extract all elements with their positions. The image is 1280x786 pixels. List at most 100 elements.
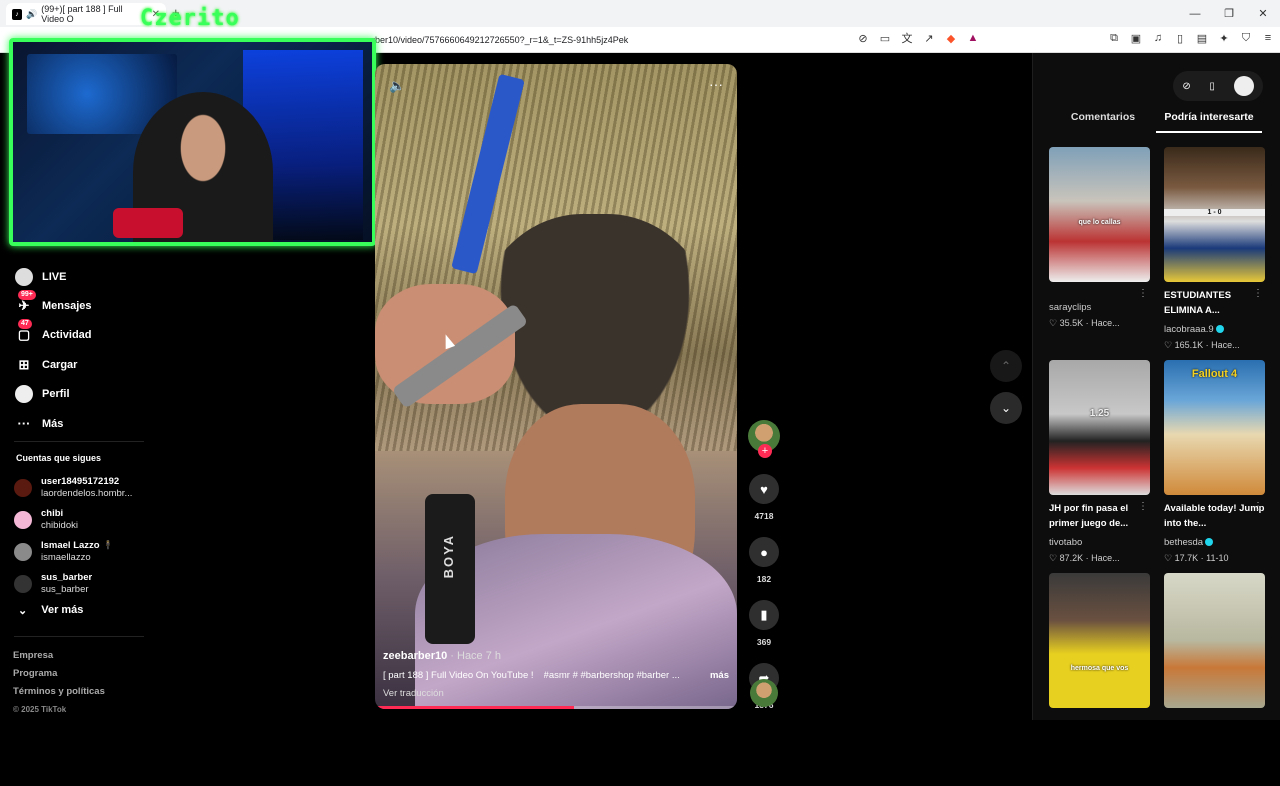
media-icon[interactable]: ♫ — [1151, 31, 1165, 45]
messages-badge: 99+ — [18, 290, 36, 301]
video-card[interactable]: 1.25 ⋮ JH por fin pasa el primer juego d… — [1049, 360, 1150, 573]
author-avatar[interactable]: + — [748, 420, 780, 458]
sidebar-icon[interactable]: ▯ — [1173, 31, 1187, 45]
tab-recommended[interactable]: Podría interesarte — [1156, 111, 1262, 133]
video-author[interactable]: zeebarber10 — [383, 650, 447, 662]
tracking-icon[interactable]: ⊘ — [856, 31, 870, 45]
address-bar-icons: ⊘ ▭ 文 ↗ ◆ ▲ — [856, 31, 980, 45]
card-more-icon[interactable]: ⋮ — [1253, 288, 1263, 299]
following-item[interactable]: Ismael Lazzo 🕴 ismaellazzo — [14, 536, 154, 568]
nav-item-activity[interactable]: ▢ 47 Actividad — [14, 319, 92, 350]
bookmark-icon[interactable]: ▮ — [749, 600, 779, 630]
volume-icon[interactable]: 🔈 — [389, 78, 405, 94]
close-window-button[interactable]: ✕ — [1246, 0, 1280, 27]
next-video-button[interactable]: ⌄ — [990, 392, 1022, 424]
card-more-icon[interactable]: ⋮ — [1138, 288, 1148, 299]
video-thumbnail[interactable]: hermosa que vos — [1049, 573, 1150, 708]
menu-icon[interactable]: ≡ — [1261, 31, 1275, 45]
comment-icon[interactable]: ● — [749, 537, 779, 567]
share-icon[interactable]: ↗ — [922, 31, 936, 45]
speaker-icon[interactable]: 🔊 — [26, 9, 37, 20]
video-thumbnail[interactable]: Fallout 4 — [1164, 360, 1265, 495]
profile-avatar[interactable] — [1233, 76, 1254, 96]
card-user[interactable]: tivotabo — [1049, 537, 1150, 549]
sidebar-footer: Empresa Programa Términos y políticas © … — [13, 647, 105, 719]
video-card[interactable]: que lo callas ⋮ sarayclips ♡ 35.5K · Hac… — [1049, 147, 1150, 360]
video-tags[interactable]: #asmr # #barbershop #barber ... — [544, 670, 702, 681]
see-more-button[interactable]: ⌄ Ver más — [18, 604, 83, 617]
cast-icon[interactable]: ▭ — [878, 31, 892, 45]
card-time: Hace... — [1211, 340, 1240, 350]
avatar — [14, 543, 32, 561]
card-user[interactable]: bethesda — [1164, 537, 1203, 548]
video-thumbnail[interactable]: 1.25 — [1049, 360, 1150, 495]
translate-link[interactable]: Ver traducción — [383, 688, 729, 699]
video-progress-bar[interactable] — [375, 706, 737, 709]
following-item[interactable]: user18495172192 laordendelos.hombr... — [14, 472, 154, 504]
nav-label: Cargar — [42, 358, 78, 371]
video-thumbnail[interactable]: 1 - 0 — [1164, 147, 1265, 282]
video-player[interactable]: BOYA 🔈 ··· zeebarber10 · Hace 7 h [ part… — [375, 64, 737, 709]
comment-count: 182 — [756, 574, 772, 584]
video-card[interactable]: 1 - 0 ⋮ ESTUDIANTES ELIMINA A... lacobra… — [1164, 147, 1265, 360]
thumbnail-caption: 1 - 0 — [1164, 209, 1265, 216]
nav-item-messages[interactable]: ✈ 99+ Mensajes — [14, 290, 92, 320]
footer-link-company[interactable]: Empresa — [13, 647, 105, 665]
card-user[interactable]: lacobraaa.9 — [1164, 324, 1214, 335]
device-icon[interactable]: ▯ — [1209, 81, 1215, 92]
like-action[interactable]: ♥ 4718 — [746, 474, 782, 521]
leo-icon[interactable]: ✦ — [1217, 31, 1231, 45]
save-action[interactable]: ▮ 369 — [746, 600, 782, 647]
compass-icon[interactable]: ⊘ — [1182, 81, 1190, 92]
video-card[interactable]: Fallout 4 ⋮ Available today! Jump into t… — [1164, 360, 1265, 573]
video-info: zeebarber10 · Hace 7 h [ part 188 ] Full… — [383, 650, 729, 699]
avatar — [14, 511, 32, 529]
card-user-line: bethesda — [1164, 537, 1265, 549]
previous-video-button[interactable]: ⌃ — [990, 350, 1022, 382]
nav-item-more[interactable]: ··· Más — [14, 409, 92, 438]
tab-comments[interactable]: Comentarios — [1050, 111, 1156, 133]
wallet-icon[interactable]: ▤ — [1195, 31, 1209, 45]
divider — [14, 441, 144, 442]
music-disc-icon[interactable] — [750, 679, 778, 707]
heart-icon[interactable]: ♥ — [749, 474, 779, 504]
copyright: © 2025 TikTok — [13, 705, 67, 714]
card-likes: 35.5K — [1059, 318, 1084, 328]
following-name: Ismael Lazzo 🕴 — [41, 540, 114, 552]
more-options-icon[interactable]: ··· — [709, 76, 723, 92]
toolbar-icons: ⧉ ▣ ♫ ▯ ▤ ✦ ⛉ ≡ — [1107, 31, 1275, 45]
vpn-icon[interactable]: ⛉ — [1239, 31, 1253, 45]
video-card[interactable]: hermosa que vos — [1049, 573, 1150, 786]
brave-shield-icon[interactable]: ◆ — [944, 31, 958, 45]
nav-item-upload[interactable]: ⊞ Cargar — [14, 350, 92, 379]
following-item[interactable]: chibi chibidoki — [14, 504, 154, 536]
nav-item-profile[interactable]: Perfil — [14, 380, 92, 409]
extensions-icon[interactable]: ⧉ — [1107, 31, 1121, 45]
following-handle: ismaellazzo — [41, 552, 91, 563]
following-handle: laordendelos.hombr... — [41, 488, 133, 499]
restore-button[interactable]: ❐ — [1212, 0, 1246, 27]
chevron-up-icon: ⌃ — [1000, 359, 1012, 373]
card-more-icon[interactable]: ⋮ — [1253, 501, 1263, 512]
card-likes: 87.2K — [1059, 553, 1084, 563]
nav-item-live[interactable]: LIVE — [14, 262, 92, 291]
more-link[interactable]: más — [710, 670, 729, 681]
follow-plus-icon[interactable]: + — [758, 444, 772, 458]
card-more-icon[interactable]: ⋮ — [1138, 501, 1148, 512]
following-item[interactable]: sus_barber sus_barber — [14, 568, 154, 600]
video-thumbnail[interactable]: que lo callas — [1049, 147, 1150, 282]
minimize-button[interactable]: — — [1178, 0, 1212, 27]
video-thumbnail[interactable] — [1164, 573, 1265, 708]
comment-action[interactable]: ● 182 — [746, 537, 782, 584]
card-meta: ♡ 35.5K · Hace... — [1049, 318, 1120, 328]
footer-link-terms[interactable]: Términos y políticas — [13, 683, 105, 701]
card-meta: ♡ 17.7K · 11-10 — [1164, 553, 1229, 563]
card-user[interactable]: sarayclips — [1049, 302, 1150, 314]
rewards-icon[interactable]: ▲ — [966, 31, 980, 45]
footer-link-program[interactable]: Programa — [13, 665, 105, 683]
translate-icon[interactable]: 文 — [900, 31, 914, 45]
video-card[interactable] — [1164, 573, 1265, 786]
screenshot-icon[interactable]: ▣ — [1129, 31, 1143, 45]
video-time: · Hace 7 h — [450, 650, 502, 662]
see-more-label: Ver más — [41, 604, 84, 616]
